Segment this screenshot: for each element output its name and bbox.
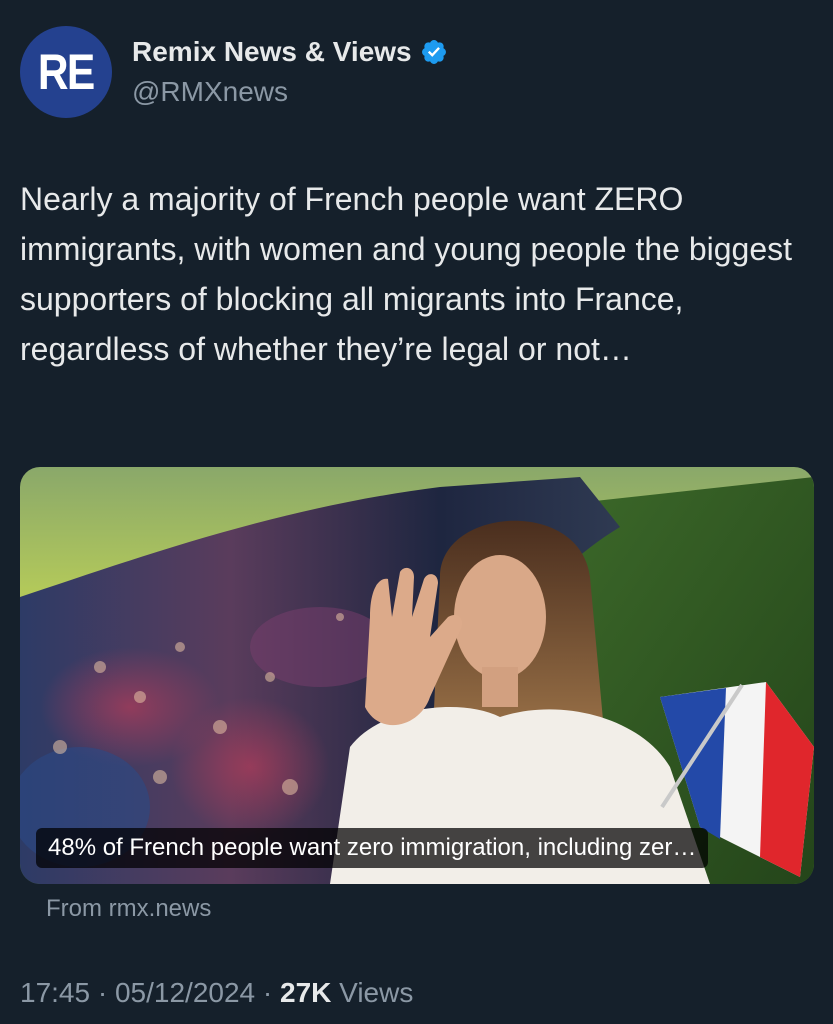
author-display-name[interactable]: Remix News & Views	[132, 36, 412, 68]
views-label: Views	[339, 977, 414, 1008]
author-name-row: Remix News & Views	[132, 36, 448, 68]
avatar-logo-text: RE	[38, 44, 95, 100]
tweet-time[interactable]: 17:45	[20, 977, 90, 1008]
link-card[interactable]: 48% of French people want zero immigrati…	[20, 467, 814, 884]
meta-separator: ·	[97, 977, 108, 1008]
views-count: 27K	[280, 977, 332, 1008]
meta-separator: ·	[262, 977, 273, 1008]
verified-badge-icon	[421, 40, 446, 64]
author-avatar[interactable]: RE	[20, 26, 112, 118]
link-source[interactable]: From rmx.news	[46, 895, 211, 923]
link-card-caption: 48% of French people want zero immigrati…	[36, 828, 709, 868]
link-card-image	[20, 467, 814, 884]
tweet-meta: 17:45 · 05/12/2024 · 27K Views	[20, 977, 413, 1009]
tweet-date[interactable]: 05/12/2024	[115, 977, 255, 1008]
tweet-text: Nearly a majority of French people want …	[20, 181, 801, 367]
author-handle[interactable]: @RMXnews	[132, 76, 288, 108]
